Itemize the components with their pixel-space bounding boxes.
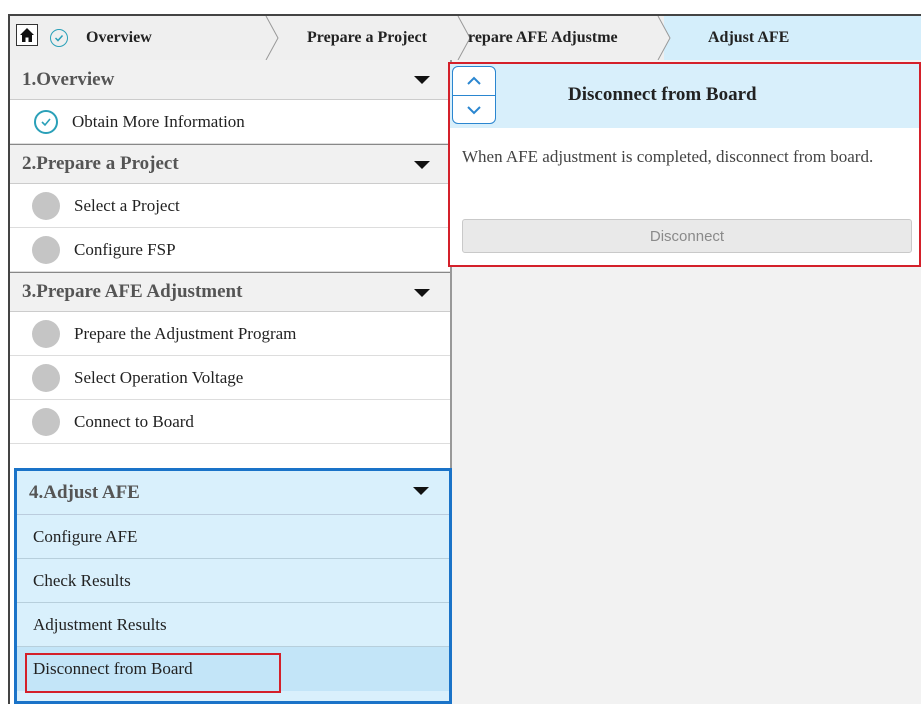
card-title: Disconnect from Board xyxy=(568,84,757,105)
step-item-label: Connect to Board xyxy=(74,411,194,431)
step-item-adjustment-results[interactable]: Adjustment Results xyxy=(17,603,449,647)
step-item-label: Obtain More Information xyxy=(72,111,245,131)
step-item-label: Configure AFE xyxy=(33,526,138,546)
section-adjust-afe: 4.Adjust AFE Configure AFE Check Results… xyxy=(14,468,452,704)
step-item-check-results[interactable]: Check Results xyxy=(17,559,449,603)
step-item-label: Adjustment Results xyxy=(33,614,167,634)
step-navigation-panel: 1.Overview Obtain More Information 2.Pre… xyxy=(8,60,452,704)
status-dot-icon xyxy=(32,235,60,264)
step-detail-panel: Disconnect from Board When AFE adjustmen… xyxy=(448,60,921,704)
previous-step-button[interactable] xyxy=(453,67,495,95)
prev-next-stepper xyxy=(452,66,496,124)
home-button[interactable] xyxy=(16,24,38,46)
breadcrumb: Overview Prepare a Project repare AFE Ad… xyxy=(8,14,921,60)
breadcrumb-prepare-project-label: Prepare a Project xyxy=(307,29,427,46)
disconnect-button[interactable]: Disconnect xyxy=(462,219,912,253)
step-item-select-project[interactable]: Select a Project xyxy=(10,184,450,228)
section-header-prepare-project[interactable]: 2.Prepare a Project xyxy=(10,144,450,184)
step-item-connect-to-board[interactable]: Connect to Board xyxy=(10,400,450,444)
chevron-down-icon xyxy=(467,106,481,115)
breadcrumb-adjust-afe-label: Adjust AFE xyxy=(708,29,790,46)
status-dot-icon xyxy=(32,319,60,348)
breadcrumb-prepare-project[interactable]: Prepare a Project xyxy=(272,16,462,60)
section-header-prepare-afe[interactable]: 3.Prepare AFE Adjustment xyxy=(10,272,450,312)
section-header-adjust-afe[interactable]: 4.Adjust AFE xyxy=(17,471,449,515)
step-item-obtain-more-information[interactable]: Obtain More Information xyxy=(10,100,450,144)
next-step-button[interactable] xyxy=(453,96,495,124)
status-dot-icon xyxy=(32,407,60,436)
section-title: 1.Overview xyxy=(22,68,115,90)
section-title: 2.Prepare a Project xyxy=(22,153,179,174)
status-dot-icon xyxy=(32,363,60,392)
breadcrumb-overview-label: Overview xyxy=(86,29,152,46)
breadcrumb-prepare-afe-label: repare AFE Adjustme xyxy=(468,29,618,46)
breadcrumb-adjust-afe[interactable]: Adjust AFE xyxy=(664,16,921,60)
step-item-configure-fsp[interactable]: Configure FSP xyxy=(10,228,450,272)
collapse-triangle-icon[interactable] xyxy=(414,76,430,84)
collapse-triangle-icon[interactable] xyxy=(414,161,430,169)
check-circle-icon xyxy=(50,29,68,47)
home-icon xyxy=(20,28,34,42)
section-header-overview[interactable]: 1.Overview xyxy=(10,60,450,100)
step-item-prepare-adjustment-program[interactable]: Prepare the Adjustment Program xyxy=(10,312,450,356)
step-item-select-operation-voltage[interactable]: Select Operation Voltage xyxy=(10,356,450,400)
section-title: 3.Prepare AFE Adjustment xyxy=(22,281,243,302)
chevron-up-icon xyxy=(467,76,481,85)
collapse-triangle-icon[interactable] xyxy=(414,289,430,297)
step-item-label: Prepare the Adjustment Program xyxy=(74,323,297,343)
chevron-separator-icon xyxy=(656,16,671,60)
breadcrumb-overview[interactable]: Overview xyxy=(50,16,265,60)
disconnect-card: Disconnect from Board When AFE adjustmen… xyxy=(448,62,921,267)
step-item-label: Configure FSP xyxy=(74,239,176,259)
check-circle-icon xyxy=(34,109,58,134)
collapse-triangle-icon[interactable] xyxy=(413,487,429,495)
card-description: When AFE adjustment is completed, discon… xyxy=(462,147,874,166)
card-header: Disconnect from Board xyxy=(450,64,919,128)
highlight-box xyxy=(25,653,281,693)
step-item-label: Select Operation Voltage xyxy=(74,367,244,387)
breadcrumb-prepare-afe[interactable]: repare AFE Adjustme xyxy=(462,16,664,60)
step-item-configure-afe[interactable]: Configure AFE xyxy=(17,515,449,559)
section-title: 4.Adjust AFE xyxy=(29,481,140,503)
status-dot-icon xyxy=(32,191,60,220)
step-item-label: Check Results xyxy=(33,570,131,590)
step-item-label: Select a Project xyxy=(74,195,180,215)
